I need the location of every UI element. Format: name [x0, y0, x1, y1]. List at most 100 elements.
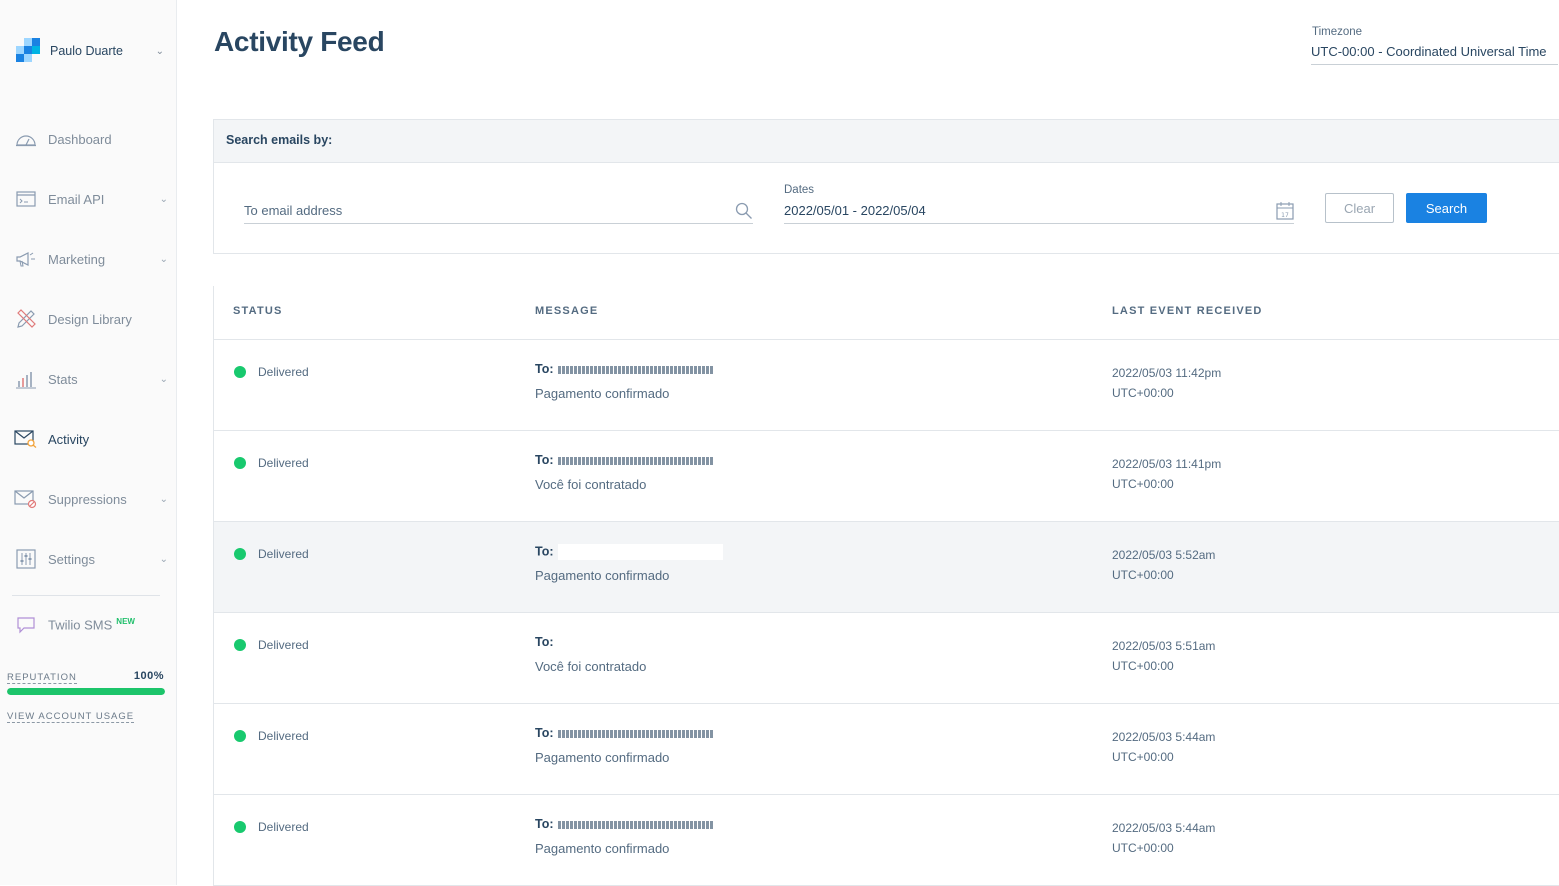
to-email-input[interactable]	[244, 200, 724, 218]
reputation-bar	[7, 688, 165, 695]
timezone-select[interactable]: UTC-00:00 - Coordinated Universal Time	[1311, 44, 1558, 65]
redacted-recipient	[557, 544, 723, 560]
redacted-recipient	[557, 456, 713, 465]
view-account-usage-link[interactable]: VIEW ACCOUNT USAGE	[7, 711, 135, 723]
event-timezone: UTC+00:00	[1112, 568, 1174, 582]
sidebar-divider	[12, 595, 160, 596]
to-prefix: To:	[535, 544, 554, 559]
dates-field[interactable]: 2022/05/01 - 2022/05/04 17	[784, 200, 1294, 224]
delivered-status-icon	[234, 821, 246, 833]
chevron-down-icon: ⌄	[155, 45, 164, 57]
event-date: 2022/05/03 5:52am	[1112, 548, 1216, 562]
search-icon[interactable]	[735, 202, 753, 220]
svg-text:17: 17	[1281, 212, 1289, 219]
sidebar-item-label: Activity	[48, 431, 90, 447]
envelope-block-icon	[14, 489, 38, 509]
delivered-status-icon	[234, 639, 246, 651]
sidebar-item-email-api[interactable]: Email API ⌄	[14, 184, 170, 214]
dates-value: 2022/05/01 - 2022/05/04	[784, 203, 926, 218]
column-header-status: STATUS	[233, 305, 283, 317]
recipient-line: To:	[535, 635, 713, 649]
gauge-icon	[14, 129, 38, 149]
chevron-down-icon: ⌄	[159, 373, 168, 385]
sidebar-item-label: Design Library	[48, 311, 132, 327]
table-row[interactable]: Delivered To: Pagamento confirmado 2022/…	[213, 522, 1559, 613]
recipient-line: To:	[535, 817, 713, 831]
to-prefix: To:	[535, 726, 554, 740]
timezone-label: Timezone	[1312, 26, 1363, 38]
dates-label: Dates	[784, 184, 815, 196]
pencil-ruler-icon	[14, 309, 38, 329]
account-name: Paulo Duarte	[50, 44, 123, 58]
megaphone-icon	[14, 249, 38, 269]
to-email-field	[244, 200, 753, 224]
status-text: Delivered	[258, 820, 309, 834]
column-header-last-event: LAST EVENT RECEIVED	[1112, 305, 1263, 317]
redacted-recipient	[557, 820, 713, 829]
search-panel-header: Search emails by:	[214, 120, 1559, 163]
chat-bubble-icon	[14, 615, 38, 635]
chevron-down-icon: ⌄	[159, 553, 168, 565]
event-timezone: UTC+00:00	[1112, 477, 1174, 491]
recipient-line: To:	[535, 362, 713, 376]
account-switcher[interactable]: Paulo Duarte ⌄	[14, 38, 164, 64]
reputation-value: 100%	[133, 670, 164, 682]
table-row[interactable]: Delivered To: Você foi contratado 2022/0…	[213, 431, 1559, 522]
sidebar-item-activity[interactable]: Activity	[14, 424, 170, 454]
sidebar-item-suppressions[interactable]: Suppressions ⌄	[14, 484, 170, 514]
reputation-label: REPUTATION	[7, 672, 77, 684]
activity-table: STATUS MESSAGE LAST EVENT RECEIVED Deliv…	[213, 286, 1559, 886]
sidebar-item-stats[interactable]: Stats ⌄	[14, 364, 170, 394]
sidebar-item-dashboard[interactable]: Dashboard	[14, 124, 170, 154]
status-text: Delivered	[258, 365, 309, 379]
code-window-icon	[14, 189, 38, 209]
sidebar-item-twilio-sms[interactable]: Twilio SMS NEW	[14, 610, 170, 640]
envelope-search-icon	[14, 429, 38, 449]
page-title: Activity Feed	[214, 26, 385, 57]
new-badge: NEW	[116, 617, 135, 627]
search-button[interactable]: Search	[1406, 193, 1487, 223]
sidebar-item-label: Suppressions	[48, 491, 127, 507]
table-row[interactable]: Delivered To: Pagamento confirmado 2022/…	[213, 795, 1559, 886]
event-timezone: UTC+00:00	[1112, 386, 1174, 400]
table-row[interactable]: Delivered To: Você foi contratado 2022/0…	[213, 613, 1559, 704]
sendgrid-logo-icon	[14, 38, 40, 64]
redacted-recipient	[557, 638, 713, 647]
subject-text: Pagamento confirmado	[535, 386, 670, 401]
redacted-recipient	[557, 365, 713, 374]
delivered-status-icon	[234, 730, 246, 742]
table-header: STATUS MESSAGE LAST EVENT RECEIVED	[213, 286, 1559, 340]
subject-text: Pagamento confirmado	[535, 568, 670, 583]
to-prefix: To:	[535, 817, 554, 831]
table-row[interactable]: Delivered To: Pagamento confirmado 2022/…	[213, 704, 1559, 795]
redacted-recipient	[557, 729, 713, 738]
to-prefix: To:	[535, 635, 554, 649]
delivered-status-icon	[234, 457, 246, 469]
sidebar-item-label: Marketing	[48, 251, 106, 267]
status-text: Delivered	[258, 456, 309, 470]
sliders-icon	[14, 549, 38, 569]
event-date: 2022/05/03 11:41pm	[1112, 457, 1222, 471]
to-prefix: To:	[535, 362, 554, 376]
sidebar-item-design-library[interactable]: Design Library	[14, 304, 170, 334]
recipient-line: To:	[535, 544, 723, 560]
sidebar: Paulo Duarte ⌄ Dashboard Email API ⌄ Mar…	[0, 0, 177, 885]
calendar-icon[interactable]: 17	[1276, 201, 1294, 221]
event-date: 2022/05/03 5:44am	[1112, 821, 1216, 835]
table-row[interactable]: Delivered To: Pagamento confirmado 2022/…	[213, 340, 1559, 431]
sidebar-item-marketing[interactable]: Marketing ⌄	[14, 244, 170, 274]
chevron-down-icon: ⌄	[159, 193, 168, 205]
sidebar-item-settings[interactable]: Settings ⌄	[14, 544, 170, 574]
subject-text: Você foi contratado	[535, 659, 647, 674]
chevron-down-icon: ⌄	[159, 493, 168, 505]
clear-button[interactable]: Clear	[1325, 193, 1394, 223]
subject-text: Pagamento confirmado	[535, 841, 670, 856]
status-text: Delivered	[258, 638, 309, 652]
subject-text: Pagamento confirmado	[535, 750, 670, 765]
sidebar-item-label: Dashboard	[48, 131, 112, 147]
column-header-message: MESSAGE	[535, 305, 599, 317]
event-timezone: UTC+00:00	[1112, 841, 1174, 855]
twilio-sms-label: Twilio SMS	[48, 617, 113, 633]
sidebar-item-label: Twilio SMS NEW	[48, 617, 170, 632]
delivered-status-icon	[234, 548, 246, 560]
